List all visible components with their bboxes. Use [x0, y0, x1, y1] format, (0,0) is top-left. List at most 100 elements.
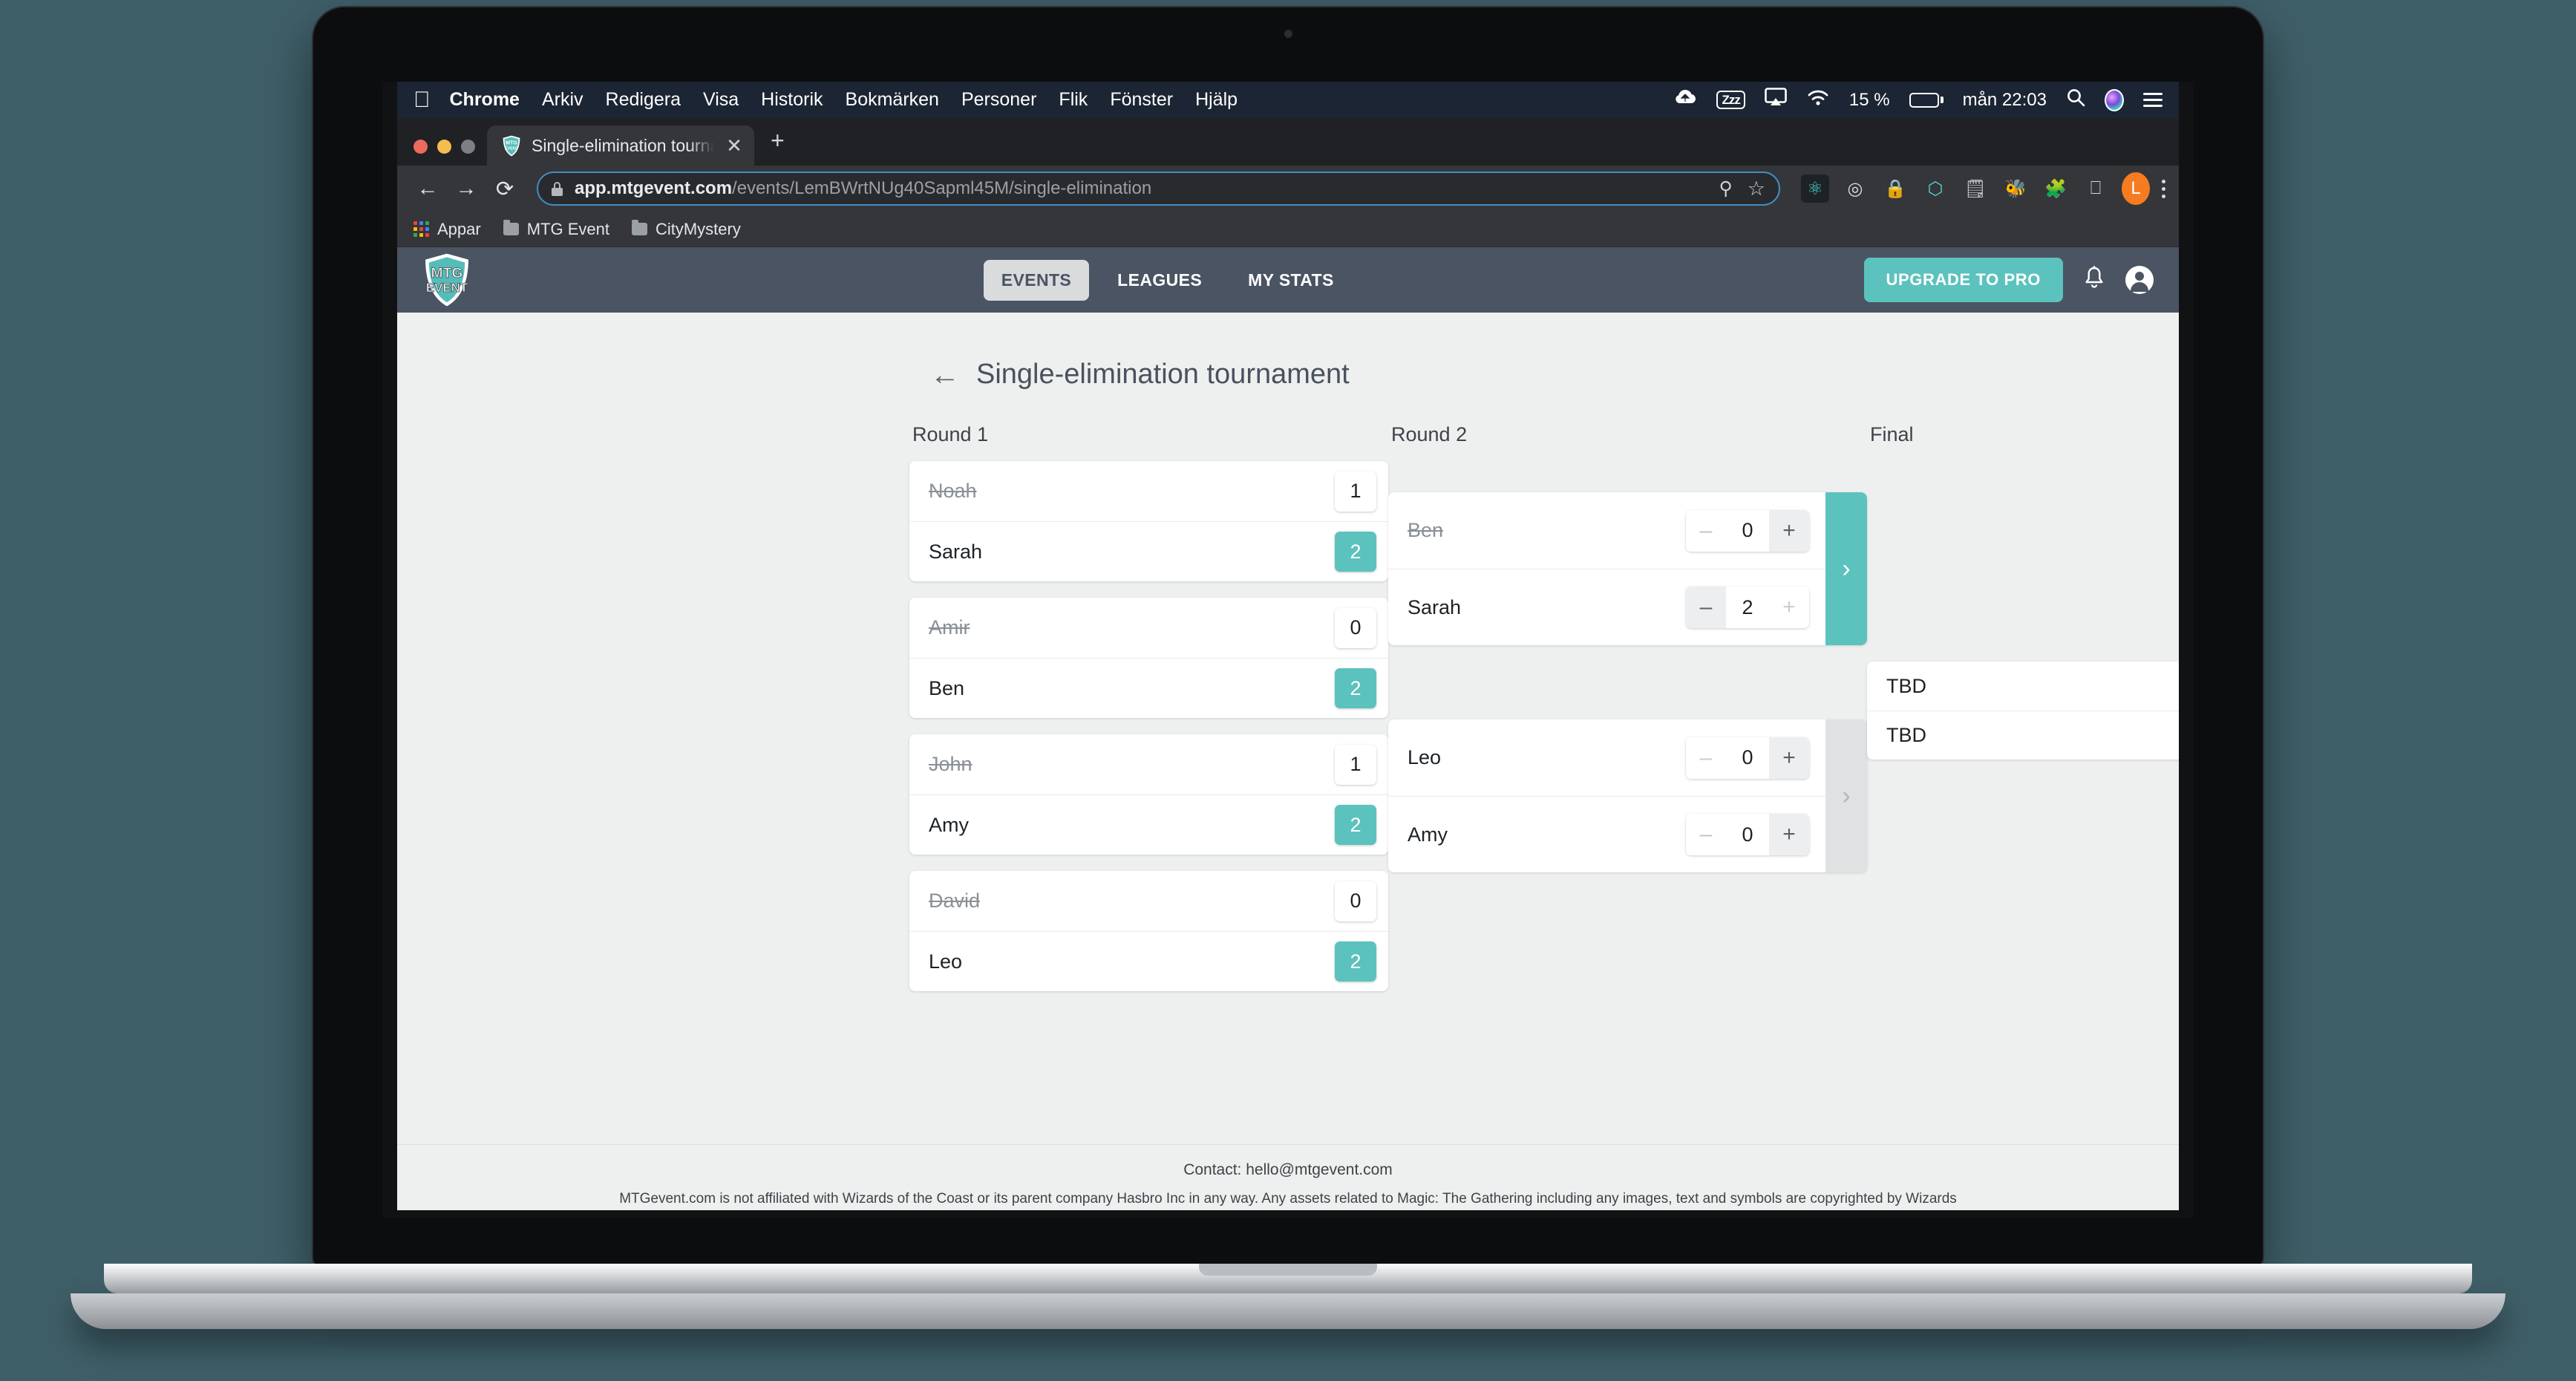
- browser-tab[interactable]: MTG EVENT Single-elimination tournament …: [487, 125, 754, 166]
- score-decrement-button[interactable]: –: [1686, 587, 1726, 628]
- bookmark-label: MTG Event: [527, 220, 609, 239]
- airplay-icon[interactable]: [1765, 88, 1787, 112]
- score-decrement-button[interactable]: –: [1686, 814, 1726, 855]
- svg-text:MTG: MTG: [506, 140, 517, 146]
- new-tab-button[interactable]: +: [754, 128, 800, 166]
- advance-winner-button[interactable]: ›: [1825, 492, 1867, 645]
- match-slot[interactable]: Leo – 0 +: [1388, 719, 1825, 796]
- footer-contact[interactable]: Contact: hello@mtgevent.com: [397, 1145, 2179, 1191]
- match-slot[interactable]: TBD: [1867, 711, 2179, 760]
- react-devtools-icon[interactable]: ⚛: [1801, 174, 1829, 203]
- match-slot[interactable]: Sarah 2: [909, 521, 1388, 581]
- apps-grid-icon: [413, 221, 429, 237]
- cast-icon[interactable]: ⎕: [2082, 174, 2110, 203]
- minimize-window-button[interactable]: [437, 140, 451, 154]
- menu-item-personer[interactable]: Personer: [961, 89, 1036, 111]
- menu-item-redigera[interactable]: Redigera: [606, 89, 681, 111]
- match-slots: Ben – 0 + Sarah: [1388, 492, 1825, 645]
- match-slot[interactable]: Amir 0: [909, 598, 1388, 658]
- match-slot[interactable]: Amy – 0 +: [1388, 796, 1825, 872]
- password-key-icon[interactable]: ⚲: [1719, 177, 1732, 200]
- tab-my-stats[interactable]: MY STATS: [1230, 260, 1352, 301]
- menu-item-hjalp[interactable]: Hjälp: [1195, 89, 1238, 111]
- kebab-menu-icon[interactable]: [2162, 180, 2165, 198]
- bug-extension-icon[interactable]: 🐝: [2001, 174, 2030, 203]
- player-name: TBD: [1886, 724, 1926, 747]
- extensions-puzzle-icon[interactable]: 🧩: [2041, 174, 2070, 203]
- wifi-icon[interactable]: [1806, 88, 1830, 111]
- account-circle-icon[interactable]: [2125, 266, 2154, 294]
- menu-item-fonster[interactable]: Fönster: [1110, 89, 1173, 111]
- score-stepper: – 0 +: [1686, 814, 1809, 855]
- score-badge: 1: [1335, 745, 1376, 785]
- hexagon-extension-icon[interactable]: ⬡: [1921, 174, 1949, 203]
- do-not-disturb-icon[interactable]: Zzz: [1716, 91, 1745, 110]
- score-value: 0: [1726, 510, 1769, 552]
- browser-tab-title: Single-elimination tournament: [532, 136, 714, 156]
- match-slot[interactable]: TBD: [1867, 662, 2179, 711]
- bookmark-star-icon[interactable]: ☆: [1748, 177, 1765, 200]
- profile-avatar[interactable]: L: [2122, 172, 2150, 205]
- tab-leagues[interactable]: LEAGUES: [1099, 260, 1220, 301]
- bookmark-citymystery[interactable]: CityMystery: [632, 220, 741, 239]
- cloud-upload-icon[interactable]: [1673, 88, 1697, 111]
- tab-events[interactable]: EVENTS: [984, 260, 1089, 301]
- laptop-screen:  Chrome Arkiv Redigera Visa Historik Bo…: [382, 82, 2194, 1218]
- bracket-page-content: ← Single-elimination tournament Round 1 …: [397, 313, 2179, 1210]
- close-window-button[interactable]: [413, 140, 428, 154]
- match-slot[interactable]: Ben 2: [909, 658, 1388, 718]
- match-slot[interactable]: Leo 2: [909, 931, 1388, 991]
- close-icon[interactable]: ✕: [725, 136, 744, 155]
- arrow-left-icon[interactable]: ←: [930, 360, 960, 390]
- upgrade-to-pro-button[interactable]: UPGRADE TO PRO: [1864, 258, 2063, 302]
- player-name: David: [929, 889, 980, 912]
- score-decrement-button[interactable]: –: [1686, 510, 1726, 552]
- score-decrement-button[interactable]: –: [1686, 737, 1726, 779]
- clock-label[interactable]: mån 22:03: [1963, 90, 2047, 111]
- battery-icon[interactable]: [1909, 93, 1944, 108]
- arrow-left-icon[interactable]: ←: [411, 172, 445, 206]
- spotlight-search-icon[interactable]: [2066, 88, 2085, 112]
- mtg-event-logo[interactable]: MTG EVENT: [422, 252, 471, 307]
- match-slot[interactable]: Ben – 0 +: [1388, 492, 1825, 569]
- lock-icon[interactable]: [552, 182, 563, 196]
- menu-item-bokmarken[interactable]: Bokmärken: [846, 89, 939, 111]
- control-center-icon[interactable]: [2143, 93, 2163, 107]
- mtg-event-shield-favicon: MTG EVENT: [502, 135, 521, 157]
- match-slot[interactable]: Sarah – 2 +: [1388, 569, 1825, 645]
- menu-item-visa[interactable]: Visa: [703, 89, 739, 111]
- omnibox-actions: ⚲ ☆: [1719, 177, 1765, 200]
- menu-item-flik[interactable]: Flik: [1059, 89, 1088, 111]
- arrow-right-icon[interactable]: →: [449, 172, 483, 206]
- menu-item-arkiv[interactable]: Arkiv: [542, 89, 583, 111]
- page-title: Single-elimination tournament: [976, 359, 1350, 391]
- bookmark-appar[interactable]: Appar: [413, 220, 481, 239]
- score-increment-button[interactable]: +: [1769, 737, 1809, 779]
- match-card: Noah 1 Sarah 2: [909, 461, 1388, 581]
- apple-logo-icon[interactable]: : [413, 89, 431, 111]
- score-increment-button[interactable]: +: [1769, 510, 1809, 552]
- bookmark-label: CityMystery: [656, 220, 741, 239]
- reload-icon[interactable]: ⟳: [488, 172, 522, 206]
- score-badge: 2: [1335, 668, 1376, 708]
- menu-item-historik[interactable]: Historik: [761, 89, 823, 111]
- notification-bell-icon[interactable]: [2082, 266, 2106, 295]
- siri-icon[interactable]: [2105, 89, 2124, 111]
- web-page-viewport: MTG EVENT EVENTS LEAGUES MY STATS UPGRAD…: [397, 247, 2179, 1210]
- match-slot[interactable]: Noah 1: [909, 461, 1388, 521]
- address-bar[interactable]: app.mtgevent.com/events/LemBWrtNUg40Sapm…: [537, 172, 1780, 206]
- maximize-window-button[interactable]: [461, 140, 475, 154]
- match-slot[interactable]: John 1: [909, 734, 1388, 794]
- match-slot[interactable]: Amy 2: [909, 794, 1388, 855]
- target-extension-icon[interactable]: ◎: [1841, 174, 1869, 203]
- bookmark-mtg-event[interactable]: MTG Event: [503, 220, 609, 239]
- laptop-base-notch: [1199, 1264, 1377, 1276]
- score-increment-button[interactable]: +: [1769, 814, 1809, 855]
- note-extension-icon[interactable]: 🗒: [1961, 174, 1990, 203]
- player-name: Amy: [929, 814, 969, 837]
- menu-item-chrome[interactable]: Chrome: [450, 89, 520, 111]
- score-increment-button[interactable]: +: [1769, 587, 1809, 628]
- lock-extension-icon[interactable]: 🔒: [1881, 174, 1909, 203]
- player-name: Leo: [929, 950, 962, 973]
- match-slot[interactable]: David 0: [909, 871, 1388, 931]
